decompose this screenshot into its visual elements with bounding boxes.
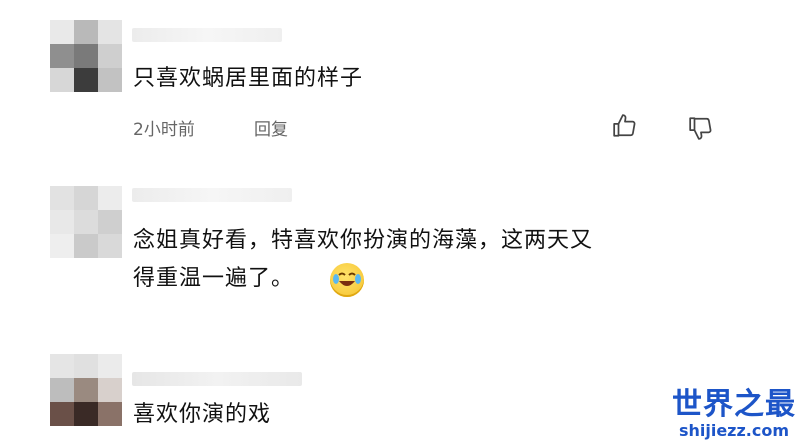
laughing-crying-emoji <box>330 263 364 297</box>
comment-item: 只喜欢蜗居里面的样子 2小时前 回复 <box>0 0 806 160</box>
username-blurred <box>132 372 302 386</box>
comment-text: 只喜欢蜗居里面的样子 <box>133 66 364 91</box>
avatar[interactable] <box>50 20 122 92</box>
thumbs-down-icon[interactable] <box>688 115 714 141</box>
avatar[interactable] <box>50 186 122 258</box>
reply-button[interactable]: 回复 <box>254 115 288 140</box>
comment-text: 喜欢你演的戏 <box>133 402 272 427</box>
watermark-url: shijiezz.com <box>678 421 790 440</box>
username-blurred <box>132 188 292 202</box>
comment-item: 念姐真好看，特喜欢你扮演的海藻，这两天又 得重温一遍了。 <box>0 170 806 310</box>
watermark-title: 世界之最 <box>672 387 796 422</box>
thumbs-up-icon[interactable] <box>612 113 638 139</box>
comment-time: 2小时前 <box>133 120 195 140</box>
username-blurred <box>132 28 282 42</box>
avatar[interactable] <box>50 354 122 426</box>
watermark: 世界之最 shijiezz.com <box>672 388 796 440</box>
